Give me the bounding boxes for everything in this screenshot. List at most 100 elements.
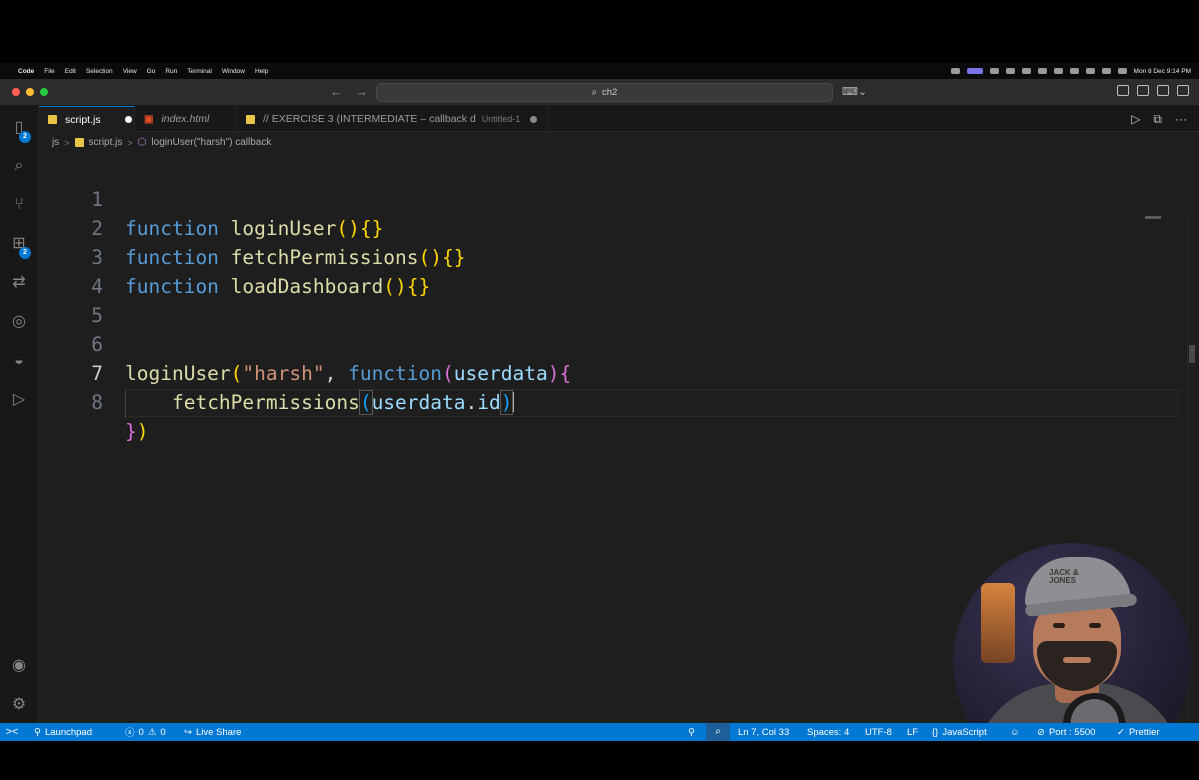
tab-label: // EXERCISE 3 (INTERMEDIATE – callback d bbox=[263, 113, 476, 125]
code-line[interactable]: 4 bbox=[39, 243, 1139, 298]
tab-label: index.html bbox=[161, 113, 210, 125]
double-check-icon: ✓ bbox=[1117, 726, 1125, 738]
back-arrow-icon[interactable]: ← bbox=[330, 84, 343, 99]
code-line[interactable]: 5 bbox=[39, 272, 1139, 327]
search-icon[interactable]: ⌕ bbox=[9, 156, 29, 176]
menu-code[interactable]: Code bbox=[18, 68, 34, 75]
minimap[interactable] bbox=[1145, 216, 1161, 219]
copilot-icon[interactable]: ⌨︎⌄ bbox=[842, 85, 867, 98]
tray-icon[interactable] bbox=[1021, 68, 1031, 74]
encoding[interactable]: UTF-8 bbox=[865, 723, 892, 741]
manage-gear-icon[interactable]: ⚙ bbox=[9, 695, 29, 715]
braces-icon: {} bbox=[932, 726, 939, 738]
menu-help[interactable]: Help bbox=[255, 68, 268, 75]
editor-actions: ▷ ⧉ ··· bbox=[1131, 112, 1187, 127]
toggle-panel-icon[interactable] bbox=[1157, 85, 1169, 96]
cursor-position[interactable]: Ln 7, Col 33 bbox=[738, 723, 789, 741]
minimize-window-button[interactable] bbox=[26, 88, 34, 96]
remote-explorer-icon[interactable]: ◒ bbox=[9, 351, 29, 371]
code-text[interactable]: fetchPermissions(userdata.id) bbox=[125, 388, 515, 417]
menu-go[interactable]: Go bbox=[147, 68, 156, 75]
language-mode[interactable]: {} JavaScript bbox=[932, 723, 987, 741]
clock[interactable]: Mon 8 Dec 9:14 PM bbox=[1134, 68, 1191, 75]
code-line[interactable]: 3 function loadDashboard(){} bbox=[39, 214, 1139, 298]
zoom-icon[interactable]: ⌕ bbox=[706, 723, 730, 741]
prettier-item[interactable]: ✓ Prettier bbox=[1117, 723, 1160, 741]
rocket-icon: ⚲ bbox=[34, 726, 41, 738]
menu-window[interactable]: Window bbox=[222, 68, 245, 75]
close-window-button[interactable] bbox=[12, 88, 20, 96]
menu-terminal[interactable]: Terminal bbox=[187, 68, 212, 75]
zoom-window-button[interactable] bbox=[40, 88, 48, 96]
forward-arrow-icon[interactable]: → bbox=[355, 84, 368, 99]
breadcrumb-symbol[interactable]: loginUser("harsh") callback bbox=[151, 137, 271, 148]
error-count: 0 bbox=[138, 726, 144, 738]
spotlight-icon[interactable] bbox=[1101, 68, 1111, 74]
more-actions-icon[interactable]: ··· bbox=[1175, 112, 1187, 127]
source-control-icon[interactable]: ⑂ bbox=[9, 195, 29, 215]
tab-untitled-1[interactable]: // EXERCISE 3 (INTERMEDIATE – callback d… bbox=[237, 106, 549, 132]
tray-icon[interactable] bbox=[1037, 68, 1047, 74]
toggle-primary-sidebar-icon[interactable] bbox=[1137, 85, 1149, 96]
accounts-icon[interactable]: ◉ bbox=[9, 656, 29, 676]
menubar-tray: Mon 8 Dec 9:14 PM bbox=[950, 63, 1191, 79]
live-share-item[interactable]: ↪ Live Share bbox=[184, 723, 241, 741]
toggle-secondary-sidebar-icon[interactable] bbox=[1177, 85, 1189, 96]
customize-layout-icon[interactable] bbox=[1117, 85, 1129, 96]
end-of-line[interactable]: LF bbox=[907, 723, 918, 741]
status-bar: >< ⚲ Launchpad ⓧ 0 ⚠ 0 ↪ Live Share ⚲ ⌕ … bbox=[0, 723, 1199, 741]
menu-run[interactable]: Run bbox=[165, 68, 177, 75]
battery-icon[interactable] bbox=[1069, 68, 1079, 74]
tray-icon[interactable] bbox=[950, 68, 960, 74]
problems-item[interactable]: ⓧ 0 ⚠ 0 bbox=[125, 723, 166, 741]
indentation[interactable]: Spaces: 4 bbox=[807, 723, 849, 741]
menu-file[interactable]: File bbox=[44, 68, 54, 75]
tray-highlight-icon[interactable] bbox=[966, 68, 983, 74]
breadcrumb-file[interactable]: script.js bbox=[89, 137, 123, 148]
no-entry-icon: ⊘ bbox=[1037, 726, 1045, 738]
tab-index-html[interactable]: ▣ index.html bbox=[135, 106, 237, 132]
chevron-right-icon: > bbox=[127, 137, 133, 148]
menu-selection[interactable]: Selection bbox=[86, 68, 113, 75]
run-code-icon[interactable]: ▷ bbox=[1131, 112, 1140, 127]
unsaved-dot-icon[interactable] bbox=[124, 116, 132, 123]
code-line[interactable]: 2 function fetchPermissions(){} bbox=[39, 185, 1139, 269]
code-line[interactable]: 8 }) bbox=[39, 359, 1139, 443]
menu-view[interactable]: View bbox=[123, 68, 137, 75]
pin-icon: ⚲ bbox=[688, 726, 695, 738]
remote-indicator-icon[interactable]: >< bbox=[0, 723, 24, 741]
command-center-search[interactable]: ⌕ ch2 bbox=[376, 83, 833, 102]
live-server-item[interactable]: ⊘ Port : 5500 bbox=[1037, 723, 1095, 741]
breadcrumb: js > script.js > ⬡ loginUser("harsh") ca… bbox=[52, 137, 271, 148]
split-editor-icon[interactable]: ⧉ bbox=[1153, 112, 1162, 127]
code-line[interactable]: 1 function loginUser(){} bbox=[39, 156, 1139, 240]
tray-icon[interactable] bbox=[989, 68, 999, 74]
live-share-icon[interactable]: ⇄ bbox=[9, 273, 29, 293]
copilot-icon[interactable]: ☺ bbox=[1010, 723, 1020, 741]
scrollbar-thumb[interactable] bbox=[1189, 345, 1195, 363]
github-icon[interactable]: ◎ bbox=[9, 312, 29, 332]
launchpad-item[interactable]: ⚲ Launchpad bbox=[34, 723, 92, 741]
activity-bar: ▯ 2 ⌕ ⑂ ⊞ 2 ⇄ ◎ ◒ ▷ ◉ ⚙ bbox=[0, 106, 39, 723]
menu-edit[interactable]: Edit bbox=[65, 68, 76, 75]
code-line-current[interactable]: 7 fetchPermissions(userdata.id) bbox=[39, 330, 1139, 415]
unsaved-dot-icon[interactable] bbox=[530, 115, 538, 123]
tray-icon[interactable] bbox=[1053, 68, 1063, 74]
prettier-label: Prettier bbox=[1128, 726, 1160, 738]
control-center-icon[interactable] bbox=[1117, 68, 1127, 74]
wifi-icon[interactable] bbox=[1085, 68, 1095, 74]
code-line[interactable]: 6 loginUser("harsh", function(userdata){ bbox=[39, 301, 1139, 385]
window-controls bbox=[12, 88, 48, 96]
tab-script-js[interactable]: script.js bbox=[39, 106, 135, 132]
breadcrumb-folder[interactable]: js bbox=[52, 137, 59, 148]
copilot-status[interactable]: ⚲ bbox=[688, 723, 695, 741]
run-debug-icon[interactable]: ▷ bbox=[9, 390, 29, 410]
code-text[interactable]: }) bbox=[125, 417, 149, 446]
js-file-icon bbox=[48, 115, 57, 124]
tray-icon[interactable] bbox=[1005, 68, 1015, 74]
editor-tabs: script.js ▣ index.html // EXERCISE 3 (IN… bbox=[39, 106, 1199, 132]
line-number: 8 bbox=[91, 391, 103, 414]
tab-label: script.js bbox=[65, 113, 101, 126]
presenter-mouth bbox=[1063, 657, 1091, 663]
js-file-icon bbox=[246, 114, 255, 124]
